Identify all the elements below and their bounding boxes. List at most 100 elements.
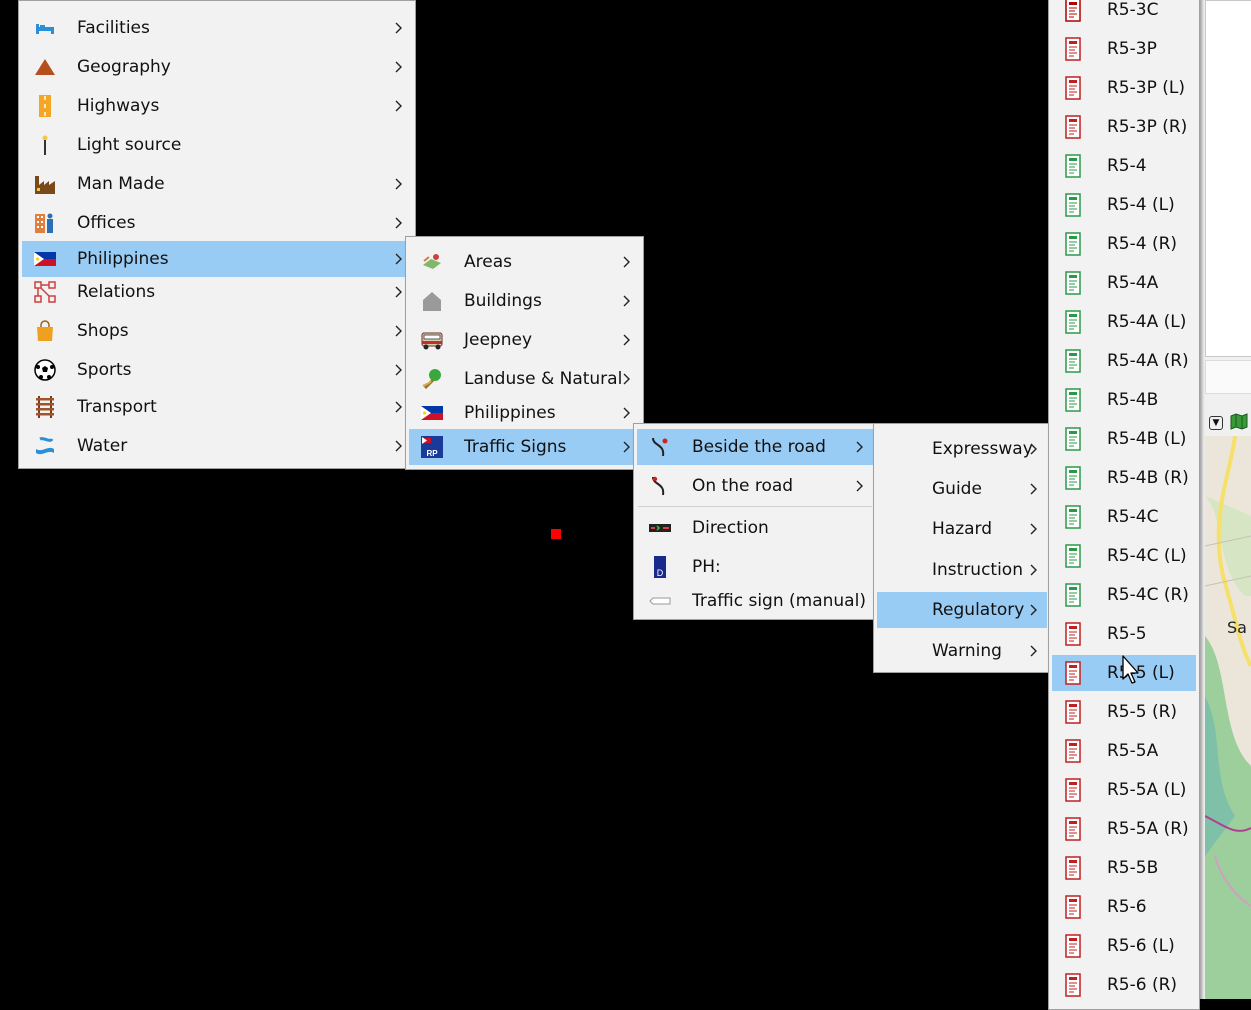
chevron-right-icon	[1029, 640, 1039, 662]
regulatory-item-r5-4a[interactable]: R5-4A	[1052, 265, 1196, 301]
ph-plate-icon: D	[649, 556, 671, 578]
regulatory-item-r5-4a-l[interactable]: R5-4A (L)	[1052, 304, 1196, 340]
regulatory-submenu: R5-3C R5-3P R5-3P (L) R5-3P (R) R5-4 R5-4 (L)…	[1048, 0, 1200, 1010]
philippines-item-philippines[interactable]: Philippines	[409, 395, 640, 431]
regulatory-item-r5-5b[interactable]: R5-5B	[1052, 850, 1196, 886]
regulatory-sign-icon	[1065, 622, 1081, 646]
map-layer-icon[interactable]	[1230, 412, 1248, 430]
regulatory-item-r5-4b[interactable]: R5-4B	[1052, 382, 1196, 418]
regulatory-item-r5-4b-r[interactable]: R5-4B (R)	[1052, 460, 1196, 496]
beside-road-item-hazard[interactable]: Hazard	[877, 511, 1047, 547]
philippines-item-buildings[interactable]: Buildings	[409, 283, 640, 319]
presets-item-water[interactable]: Water	[22, 428, 412, 464]
philippines-item-areas[interactable]: Areas	[409, 244, 640, 280]
traffic-signs-item-beside-the-road[interactable]: Beside the road	[637, 429, 873, 465]
regulatory-sign-icon	[1065, 193, 1081, 217]
regulatory-item-label: R5-4 (R)	[1107, 234, 1178, 254]
regulatory-item-r5-5a-r[interactable]: R5-5A (R)	[1052, 811, 1196, 847]
regulatory-sign-icon	[1065, 466, 1081, 490]
regulatory-item-r5-4b-l[interactable]: R5-4B (L)	[1052, 421, 1196, 457]
presets-item-label: Geography	[77, 57, 171, 77]
chevron-right-icon	[622, 402, 632, 424]
traffic-signs-item-traffic-sign-manual[interactable]: Traffic sign (manual)	[637, 583, 873, 619]
blank-sign-icon	[649, 590, 671, 612]
beside-road-item-label: Warning	[932, 641, 1002, 661]
regulatory-item-r5-5[interactable]: R5-5	[1052, 616, 1196, 652]
chevron-right-icon	[622, 436, 632, 458]
chevron-right-icon	[1029, 518, 1039, 540]
chevron-right-icon	[855, 475, 865, 497]
regulatory-sign-icon	[1065, 310, 1081, 334]
traffic-signs-item-label: PH:	[692, 557, 721, 577]
chevron-right-icon	[394, 17, 404, 39]
regulatory-item-r5-6-r[interactable]: R5-6 (R)	[1052, 967, 1196, 1003]
presets-item-label: Water	[77, 436, 128, 456]
regulatory-item-r5-3p-r[interactable]: R5-3P (R)	[1052, 109, 1196, 145]
chevron-right-icon	[394, 396, 404, 418]
chevron-right-icon	[394, 56, 404, 78]
traffic-signs-submenu: Beside the road On the road Direction D PH: T…	[633, 423, 877, 620]
direction-sign-icon	[649, 517, 671, 539]
regulatory-item-r5-4c-l[interactable]: R5-4C (L)	[1052, 538, 1196, 574]
presets-item-transport[interactable]: Transport	[22, 389, 412, 425]
presets-menu: Facilities Geography Highways Light source M…	[18, 0, 416, 469]
traffic-signs-item-label: Traffic sign (manual)	[692, 591, 866, 611]
regulatory-item-r5-4[interactable]: R5-4	[1052, 148, 1196, 184]
traffic-signs-item-label: Beside the road	[692, 437, 826, 457]
app-background-panel: ▼ Sa	[1195, 0, 1251, 999]
regulatory-item-r5-4-r[interactable]: R5-4 (R)	[1052, 226, 1196, 262]
regulatory-item-r5-5-r[interactable]: R5-5 (R)	[1052, 694, 1196, 730]
philippines-item-label: Traffic Signs	[464, 437, 567, 457]
regulatory-item-r5-5a-l[interactable]: R5-5A (L)	[1052, 772, 1196, 808]
regulatory-item-label: R5-4C (L)	[1107, 546, 1187, 566]
presets-item-geography[interactable]: Geography	[22, 49, 412, 85]
presets-item-shops[interactable]: Shops	[22, 313, 412, 349]
regulatory-item-label: R5-3P (R)	[1107, 117, 1188, 137]
beside-the-road-submenu: Expressway Guide Hazard Instruction Regulato…	[873, 423, 1051, 673]
chevron-right-icon	[394, 281, 404, 303]
traffic-signs-item-on-the-road[interactable]: On the road	[637, 468, 873, 504]
regulatory-item-r5-4-l[interactable]: R5-4 (L)	[1052, 187, 1196, 223]
presets-item-highways[interactable]: Highways	[22, 88, 412, 124]
philippines-flag-icon	[34, 248, 56, 270]
regulatory-item-label: R5-5B	[1107, 858, 1159, 878]
beside-road-item-label: Hazard	[932, 519, 993, 539]
presets-item-light-source[interactable]: Light source	[22, 127, 412, 163]
beside-road-item-label: Instruction	[932, 560, 1023, 580]
presets-item-facilities[interactable]: Facilities	[22, 10, 412, 46]
presets-item-relations[interactable]: Relations	[22, 274, 412, 310]
chevron-right-icon	[1029, 438, 1039, 460]
beside-road-item-warning[interactable]: Warning	[877, 633, 1047, 669]
panel-dropdown-icon[interactable]: ▼	[1209, 416, 1223, 430]
regulatory-item-label: R5-4	[1107, 156, 1147, 176]
regulatory-item-r5-6[interactable]: R5-6	[1052, 889, 1196, 925]
regulatory-item-r5-4c[interactable]: R5-4C	[1052, 499, 1196, 535]
beside-road-item-expressway[interactable]: Expressway	[877, 431, 1047, 467]
presets-item-man-made[interactable]: Man Made	[22, 166, 412, 202]
presets-item-label: Man Made	[77, 174, 165, 194]
philippines-item-label: Jeepney	[464, 330, 533, 350]
beside-road-item-regulatory[interactable]: Regulatory	[877, 592, 1047, 628]
regulatory-item-r5-4c-r[interactable]: R5-4C (R)	[1052, 577, 1196, 613]
traffic-signs-item-direction[interactable]: Direction	[637, 510, 873, 546]
philippines-submenu: Areas Buildings Jeepney Landuse & Natural Ph…	[405, 236, 644, 470]
traffic-signs-item-ph[interactable]: D PH:	[637, 549, 873, 585]
map-view[interactable]: Sa	[1205, 436, 1251, 999]
regulatory-item-r5-3c[interactable]: R5-3C	[1052, 0, 1196, 28]
regulatory-item-r5-6-l[interactable]: R5-6 (L)	[1052, 928, 1196, 964]
regulatory-item-r5-3p-l[interactable]: R5-3P (L)	[1052, 70, 1196, 106]
beside-road-item-instruction[interactable]: Instruction	[877, 552, 1047, 588]
regulatory-sign-icon	[1065, 583, 1081, 607]
regulatory-item-r5-3p[interactable]: R5-3P	[1052, 31, 1196, 67]
chevron-right-icon	[394, 248, 404, 270]
presets-item-offices[interactable]: Offices	[22, 205, 412, 241]
presets-item-sports[interactable]: Sports	[22, 352, 412, 388]
regulatory-item-r5-5a[interactable]: R5-5A	[1052, 733, 1196, 769]
presets-item-philippines[interactable]: Philippines	[22, 241, 412, 277]
philippines-item-jeepney[interactable]: Jeepney	[409, 322, 640, 358]
philippines-item-landuse-natural[interactable]: Landuse & Natural	[409, 361, 640, 397]
regulatory-item-label: R5-5A	[1107, 741, 1159, 761]
regulatory-item-r5-4a-r[interactable]: R5-4A (R)	[1052, 343, 1196, 379]
philippines-item-traffic-signs[interactable]: RP Traffic Signs	[409, 429, 640, 465]
beside-road-item-guide[interactable]: Guide	[877, 471, 1047, 507]
